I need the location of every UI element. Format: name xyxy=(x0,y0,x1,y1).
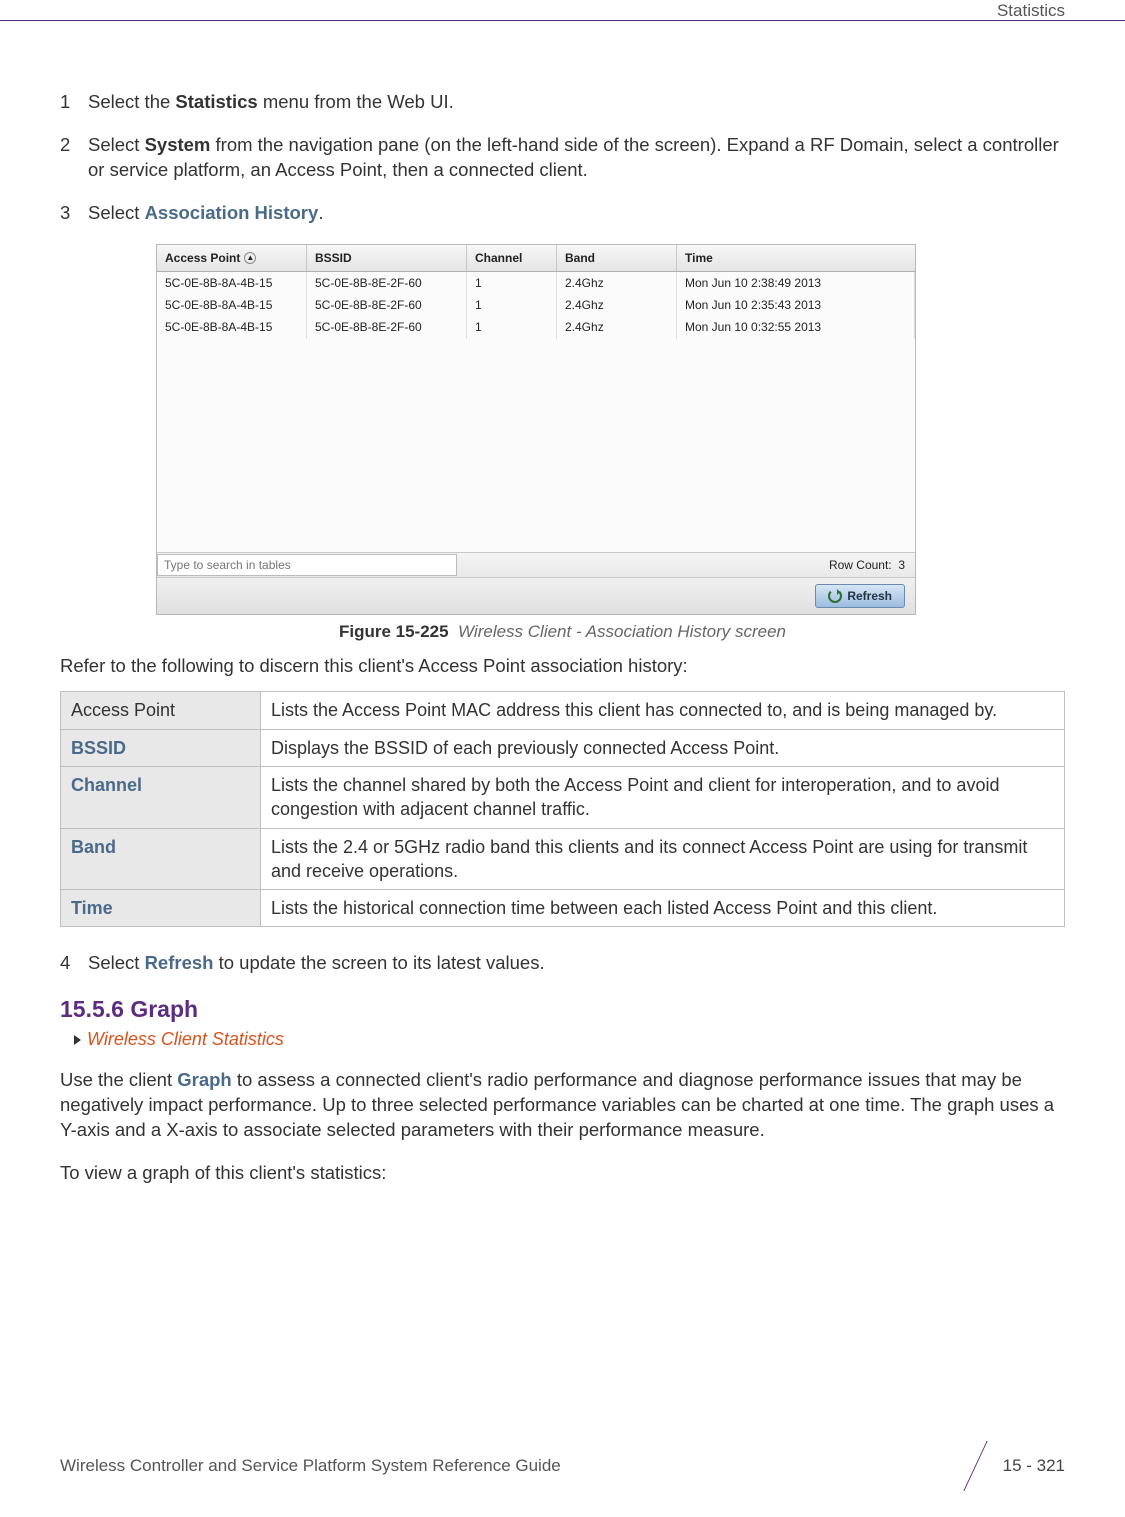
sort-asc-icon[interactable]: ▲ xyxy=(244,252,256,264)
col-header-channel[interactable]: Channel xyxy=(467,245,557,271)
desc-cell: Displays the BSSID of each previously co… xyxy=(261,729,1065,766)
cell-band: 2.4Ghz xyxy=(557,316,677,338)
cell-bssid: 5C-0E-8B-8E-2F-60 xyxy=(307,272,467,294)
refresh-button[interactable]: Refresh xyxy=(815,584,905,608)
table-row: Channel Lists the channel shared by both… xyxy=(61,766,1065,828)
term-cell: BSSID xyxy=(61,729,261,766)
cell-bssid: 5C-0E-8B-8E-2F-60 xyxy=(307,316,467,338)
slash-divider-icon xyxy=(955,1441,995,1491)
term-cell: Channel xyxy=(61,766,261,828)
step-text: . xyxy=(318,202,323,223)
cell-ap: 5C-0E-8B-8A-4B-15 xyxy=(157,272,307,294)
desc-cell: Lists the 2.4 or 5GHz radio band this cl… xyxy=(261,828,1065,890)
row-count-value: 3 xyxy=(898,558,905,572)
page-content: Select the Statistics menu from the Web … xyxy=(60,0,1065,1186)
section-paragraph-1: Use the client Graph to assess a connect… xyxy=(60,1068,1065,1143)
cell-time: Mon Jun 10 2:38:49 2013 xyxy=(677,272,915,294)
col-header-access-point[interactable]: Access Point ▲ xyxy=(157,245,307,271)
page-footer: Wireless Controller and Service Platform… xyxy=(60,1441,1065,1491)
desc-cell: Lists the historical connection time bet… xyxy=(261,890,1065,927)
step-3: Select Association History. xyxy=(60,201,1065,226)
table-row: Time Lists the historical connection tim… xyxy=(61,890,1065,927)
footer-page-number: 15 - 321 xyxy=(1003,1455,1065,1478)
term-cell: Time xyxy=(61,890,261,927)
step-text: from the navigation pane (on the left-ha… xyxy=(88,134,1059,180)
refresh-label: Refresh xyxy=(847,588,892,604)
steps-list: Select the Statistics menu from the Web … xyxy=(60,90,1065,226)
search-bar: Row Count: 3 xyxy=(157,552,915,577)
steps-list-cont: Select Refresh to update the screen to i… xyxy=(60,951,1065,976)
cell-channel: 1 xyxy=(467,294,557,316)
table-row: Access Point Lists the Access Point MAC … xyxy=(61,692,1065,729)
para-keyword: Graph xyxy=(177,1069,231,1090)
breadcrumb-label: Wireless Client Statistics xyxy=(87,1027,284,1051)
figure-container: Access Point ▲ BSSID Channel Band Time 5… xyxy=(156,244,1065,616)
figure-title: Wireless Client - Association History sc… xyxy=(458,622,786,641)
footer-doc-title: Wireless Controller and Service Platform… xyxy=(60,1455,561,1478)
description-table: Access Point Lists the Access Point MAC … xyxy=(60,691,1065,927)
step-keyword: Statistics xyxy=(175,91,257,112)
term-cell: Access Point xyxy=(61,692,261,729)
step-text: menu from the Web UI. xyxy=(258,91,454,112)
table-search-input[interactable] xyxy=(157,554,457,576)
table-row: Band Lists the 2.4 or 5GHz radio band th… xyxy=(61,828,1065,890)
col-header-time[interactable]: Time xyxy=(677,245,915,271)
cell-ap: 5C-0E-8B-8A-4B-15 xyxy=(157,294,307,316)
cell-band: 2.4Ghz xyxy=(557,272,677,294)
step-text: Select xyxy=(88,134,145,155)
step-1: Select the Statistics menu from the Web … xyxy=(60,90,1065,115)
step-text: to update the screen to its latest value… xyxy=(213,952,544,973)
step-text: Select xyxy=(88,202,145,223)
table-row[interactable]: 5C-0E-8B-8A-4B-15 5C-0E-8B-8E-2F-60 1 2.… xyxy=(157,272,915,294)
cell-ap: 5C-0E-8B-8A-4B-15 xyxy=(157,316,307,338)
button-bar: Refresh xyxy=(157,577,915,614)
term-cell: Band xyxy=(61,828,261,890)
step-4: Select Refresh to update the screen to i… xyxy=(60,951,1065,976)
desc-cell: Lists the Access Point MAC address this … xyxy=(261,692,1065,729)
cell-band: 2.4Ghz xyxy=(557,294,677,316)
breadcrumb[interactable]: Wireless Client Statistics xyxy=(60,1027,1065,1051)
top-rule xyxy=(0,20,1125,21)
row-count: Row Count: 3 xyxy=(819,553,915,577)
refresh-icon xyxy=(828,589,842,603)
section-heading: 15.5.6 Graph xyxy=(60,994,1065,1025)
intro-paragraph: Refer to the following to discern this c… xyxy=(60,654,1065,679)
step-2: Select System from the navigation pane (… xyxy=(60,133,1065,183)
row-count-label: Row Count: xyxy=(829,558,892,572)
section-paragraph-2: To view a graph of this client's statist… xyxy=(60,1161,1065,1186)
figure-number: Figure 15-225 xyxy=(339,622,449,641)
desc-cell: Lists the channel shared by both the Acc… xyxy=(261,766,1065,828)
cell-time: Mon Jun 10 2:35:43 2013 xyxy=(677,294,915,316)
col-header-bssid[interactable]: BSSID xyxy=(307,245,467,271)
step-keyword: System xyxy=(145,134,211,155)
figure-caption: Figure 15-225 Wireless Client - Associat… xyxy=(60,621,1065,644)
table-row: BSSID Displays the BSSID of each previou… xyxy=(61,729,1065,766)
col-label: Access Point xyxy=(165,250,240,266)
table-body: 5C-0E-8B-8A-4B-15 5C-0E-8B-8E-2F-60 1 2.… xyxy=(157,272,915,552)
cell-time: Mon Jun 10 0:32:55 2013 xyxy=(677,316,915,338)
table-row[interactable]: 5C-0E-8B-8A-4B-15 5C-0E-8B-8E-2F-60 1 2.… xyxy=(157,294,915,316)
step-text: Select the xyxy=(88,91,175,112)
cell-channel: 1 xyxy=(467,316,557,338)
association-history-screenshot: Access Point ▲ BSSID Channel Band Time 5… xyxy=(156,244,916,616)
step-keyword: Refresh xyxy=(145,952,214,973)
table-row[interactable]: 5C-0E-8B-8A-4B-15 5C-0E-8B-8E-2F-60 1 2.… xyxy=(157,316,915,338)
cell-bssid: 5C-0E-8B-8E-2F-60 xyxy=(307,294,467,316)
step-text: Select xyxy=(88,952,145,973)
header-section-label: Statistics xyxy=(997,0,1065,23)
step-keyword: Association History xyxy=(145,202,319,223)
triangle-icon xyxy=(74,1035,81,1045)
cell-channel: 1 xyxy=(467,272,557,294)
col-header-band[interactable]: Band xyxy=(557,245,677,271)
table-header-row: Access Point ▲ BSSID Channel Band Time xyxy=(157,245,915,272)
para-text: Use the client xyxy=(60,1069,177,1090)
